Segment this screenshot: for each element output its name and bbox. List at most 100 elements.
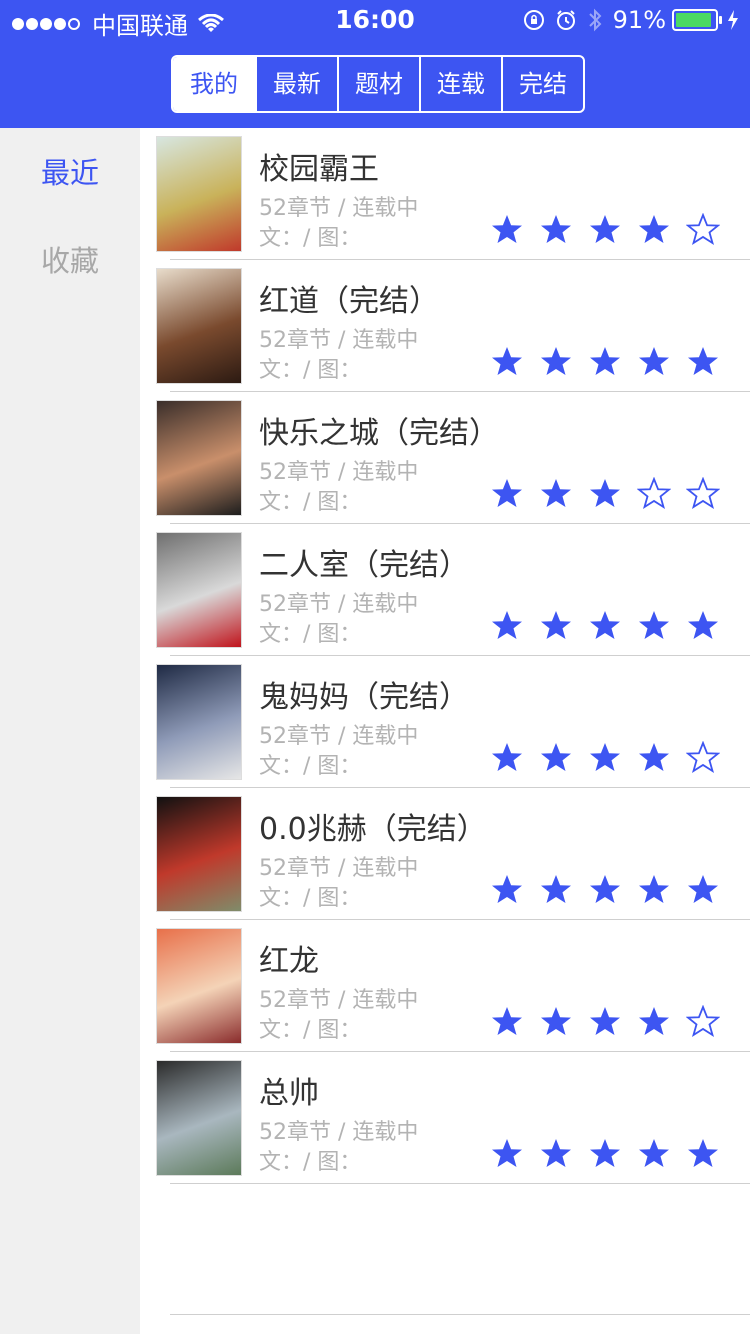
status-bar: 中国联通 16:00 91%	[0, 0, 750, 40]
comic-credits: 文：/ 图：	[259, 358, 362, 383]
star-filled-icon	[541, 347, 571, 375]
comic-title: 红道（完结）	[259, 284, 439, 319]
star-filled-icon	[639, 743, 669, 771]
sidebar-item-0[interactable]: 最近	[0, 150, 140, 192]
star-filled-icon	[590, 215, 620, 243]
comic-credits: 文：/ 图：	[259, 754, 362, 779]
star-filled-icon	[590, 1007, 620, 1035]
star-empty-icon	[686, 477, 720, 510]
star-filled-icon	[541, 215, 571, 243]
comic-cover-image[interactable]	[156, 268, 242, 384]
star-filled-icon	[688, 875, 718, 903]
star-filled-icon	[639, 611, 669, 639]
comic-credits: 文：/ 图：	[259, 622, 362, 647]
battery-icon	[672, 9, 722, 31]
comic-meta: 52章节 / 连载中	[259, 460, 419, 485]
star-empty-icon	[637, 477, 671, 510]
comic-row[interactable]: 0.0兆赫（完结） 52章节 / 连载中 文：/ 图：	[140, 788, 750, 920]
comic-title: 二人室（完结）	[259, 548, 469, 583]
star-rating	[490, 345, 735, 379]
star-filled-icon	[492, 1007, 522, 1035]
tab-3[interactable]: 连载	[419, 57, 501, 111]
comic-cover-image[interactable]	[156, 796, 242, 912]
star-filled-icon	[688, 347, 718, 375]
comic-row[interactable]: 总帅 52章节 / 连载中 文：/ 图：	[140, 1052, 750, 1184]
star-filled-icon	[590, 1139, 620, 1167]
comic-title: 鬼妈妈（完结）	[259, 680, 469, 715]
star-filled-icon	[688, 1139, 718, 1167]
star-filled-icon	[541, 1007, 571, 1035]
comic-cover-image[interactable]	[156, 1060, 242, 1176]
comic-row[interactable]: 红道（完结） 52章节 / 连载中 文：/ 图：	[140, 260, 750, 392]
comic-meta: 52章节 / 连载中	[259, 196, 419, 221]
tab-1[interactable]: 最新	[255, 57, 337, 111]
comic-credits: 文：/ 图：	[259, 226, 362, 251]
comic-row[interactable]: 快乐之城（完结） 52章节 / 连载中 文：/ 图：	[140, 392, 750, 524]
divider	[170, 1314, 750, 1315]
comic-meta: 52章节 / 连载中	[259, 856, 419, 881]
star-filled-icon	[492, 215, 522, 243]
star-filled-icon	[590, 479, 620, 507]
comic-cover-image[interactable]	[156, 928, 242, 1044]
comic-row[interactable]: 二人室（完结） 52章节 / 连载中 文：/ 图：	[140, 524, 750, 656]
star-empty-icon	[686, 1005, 720, 1038]
star-filled-icon	[492, 875, 522, 903]
star-filled-icon	[639, 875, 669, 903]
star-filled-icon	[492, 1139, 522, 1167]
comic-row[interactable]: 红龙 52章节 / 连载中 文：/ 图：	[140, 920, 750, 1052]
star-filled-icon	[590, 875, 620, 903]
bluetooth-icon	[588, 8, 602, 32]
comic-title: 快乐之城（完结）	[259, 416, 499, 451]
star-filled-icon	[639, 1007, 669, 1035]
star-filled-icon	[639, 1139, 669, 1167]
comic-cover-image[interactable]	[156, 664, 242, 780]
star-filled-icon	[590, 611, 620, 639]
tab-2[interactable]: 题材	[337, 57, 419, 111]
star-filled-icon	[492, 743, 522, 771]
category-segmented-control: 我的 最新 题材 连载 完结	[171, 55, 585, 113]
star-filled-icon	[492, 347, 522, 375]
alarm-icon	[556, 10, 575, 30]
star-filled-icon	[590, 347, 620, 375]
star-filled-icon	[639, 347, 669, 375]
star-empty-icon	[686, 741, 720, 774]
comic-row[interactable]: 校园霸王 52章节 / 连载中 文：/ 图：	[140, 128, 750, 260]
comic-title: 校园霸王	[259, 152, 379, 187]
comic-meta: 52章节 / 连载中	[259, 592, 419, 617]
sidebar-item-1[interactable]: 收藏	[0, 238, 140, 280]
star-rating	[490, 873, 735, 907]
comic-title: 红龙	[259, 944, 319, 979]
star-filled-icon	[688, 611, 718, 639]
comic-cover-image[interactable]	[156, 400, 242, 516]
comic-credits: 文：/ 图：	[259, 886, 362, 911]
comic-credits: 文：/ 图：	[259, 1018, 362, 1043]
star-rating	[490, 741, 735, 775]
star-filled-icon	[541, 479, 571, 507]
header-bar: 中国联通 16:00 91% 我的 最新 题材 连载 完结	[0, 0, 750, 128]
tab-4[interactable]: 完结	[501, 57, 583, 111]
comic-row[interactable]: 鬼妈妈（完结） 52章节 / 连载中 文：/ 图：	[140, 656, 750, 788]
comic-meta: 52章节 / 连载中	[259, 988, 419, 1013]
star-filled-icon	[541, 611, 571, 639]
divider	[170, 1183, 750, 1184]
charging-icon	[728, 10, 738, 30]
star-filled-icon	[541, 875, 571, 903]
tab-0[interactable]: 我的	[173, 57, 255, 111]
star-rating	[490, 609, 735, 643]
comic-cover-image[interactable]	[156, 532, 242, 648]
comic-cover-image[interactable]	[156, 136, 242, 252]
star-rating	[490, 1005, 735, 1039]
star-empty-icon	[686, 213, 720, 246]
star-filled-icon	[639, 215, 669, 243]
star-filled-icon	[590, 743, 620, 771]
comic-credits: 文：/ 图：	[259, 490, 362, 515]
comic-list: 校园霸王 52章节 / 连载中 文：/ 图： 红道（完结） 52章节 / 连载中 文：/ …	[140, 128, 750, 1334]
battery-percent: 91%	[612, 6, 666, 34]
sidebar: 最近 收藏	[0, 128, 140, 1334]
comic-meta: 52章节 / 连载中	[259, 724, 419, 749]
star-filled-icon	[492, 479, 522, 507]
orientation-lock-icon	[523, 10, 544, 30]
star-filled-icon	[541, 1139, 571, 1167]
comic-meta: 52章节 / 连载中	[259, 1120, 419, 1145]
comic-credits: 文：/ 图：	[259, 1150, 362, 1175]
